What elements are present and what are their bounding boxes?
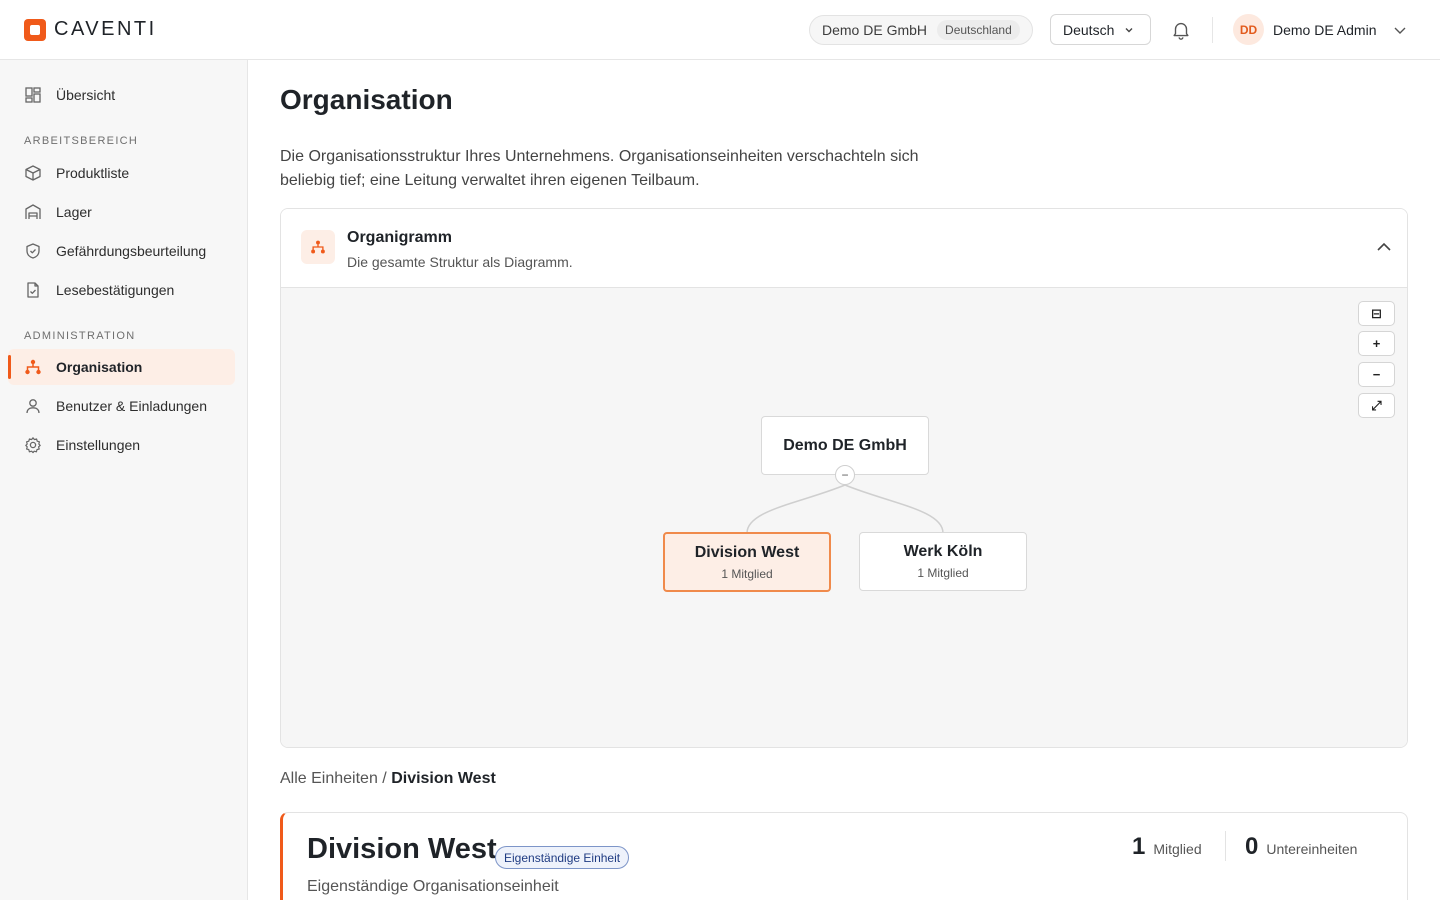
header-divider (1212, 17, 1213, 43)
unit-detail-card: Division West Eigenständige Einheit Eige… (280, 812, 1408, 900)
org-node-werk-koeln[interactable]: Werk Köln 1 Mitglied (859, 532, 1027, 591)
tenant-switcher[interactable]: Demo DE GmbH Deutschland (809, 15, 1033, 45)
bell-icon[interactable] (1170, 19, 1192, 41)
sidebar-item-gefaehrdungsbeurteilung[interactable]: Gefährdungsbeurteilung (8, 233, 235, 269)
sidebar-item-overview[interactable]: Übersicht (8, 77, 235, 113)
sidebar: Übersicht ARBEITSBEREICH Produktliste La… (0, 60, 248, 900)
unit-type-badge: Eigenständige Einheit (495, 846, 630, 869)
stat-divider (1225, 831, 1226, 861)
org-node-division-west[interactable]: Division West 1 Mitglied (663, 532, 831, 592)
sidebar-item-einstellungen[interactable]: Einstellungen (8, 427, 235, 463)
unit-subtitle: Eigenständige Organisationseinheit (307, 878, 559, 895)
sidebar-item-label: Gefährdungsbeurteilung (56, 243, 207, 259)
sidebar-item-label: Übersicht (56, 87, 116, 103)
sidebar-item-lager[interactable]: Lager (8, 194, 235, 230)
top-bar: CAVENTI Demo DE GmbH Deutschland Deutsch… (0, 0, 1440, 60)
cube-icon (25, 165, 41, 181)
sidebar-item-label: Lesebestätigungen (56, 282, 175, 298)
orgchart-subtitle: Die gesamte Struktur als Diagramm. (347, 254, 573, 270)
org-node-members: 1 Mitglied (917, 566, 969, 580)
breadcrumb: Alle Einheiten / Division West (280, 770, 496, 788)
org-chart-icon (301, 230, 335, 264)
chevron-down-icon (1394, 27, 1406, 34)
chevron-up-icon[interactable] (1373, 236, 1395, 258)
page-title: Organisation (280, 84, 453, 115)
breadcrumb-separator: / (377, 770, 392, 787)
user-menu[interactable]: DD Demo DE Admin (1233, 14, 1407, 45)
unit-title: Division West (307, 833, 497, 865)
orgchart-canvas[interactable]: ⊟ + − ⤢ Demo DE GmbH − Division West 1 M… (281, 288, 1407, 747)
children-count: 0 (1245, 833, 1259, 860)
brand-name: CAVENTI (54, 18, 157, 40)
language-select[interactable]: Deutsch (1050, 14, 1151, 45)
sidebar-section-admin: ADMINISTRATION (24, 330, 136, 342)
dashboard-icon (25, 87, 41, 103)
sidebar-item-lesebestaetigungen[interactable]: Lesebestätigungen (8, 272, 235, 308)
org-node-title: Werk Köln (903, 543, 983, 560)
org-chart-icon (25, 359, 41, 375)
children-stat: 0 Untereinheiten (1245, 833, 1357, 861)
language-value: Deutsch (1063, 21, 1115, 38)
connector-werk-koeln (844, 484, 944, 534)
breadcrumb-current: Division West (391, 770, 496, 787)
sidebar-item-label: Einstellungen (56, 437, 141, 453)
sidebar-item-label: Organisation (56, 359, 143, 375)
user-icon (26, 399, 40, 414)
logo-icon (24, 18, 46, 41)
sidebar-item-benutzer[interactable]: Benutzer & Einladungen (8, 388, 235, 424)
page-description: Die Organisationsstruktur Ihres Unterneh… (280, 148, 919, 189)
children-label: Untereinheiten (1266, 841, 1358, 857)
orgchart-header[interactable]: Organigramm Die gesamte Struktur als Dia… (281, 209, 1407, 288)
document-check-icon (27, 282, 39, 298)
sidebar-section-work: ARBEITSBEREICH (24, 135, 139, 147)
sidebar-item-organisation[interactable]: Organisation (8, 349, 235, 385)
sidebar-item-label: Produktliste (56, 165, 130, 181)
orgchart-connectors (746, 484, 944, 534)
warehouse-icon (25, 204, 41, 219)
collapse-toggle[interactable]: − (835, 465, 855, 485)
avatar: DD (1233, 14, 1264, 45)
sidebar-item-produktliste[interactable]: Produktliste (8, 155, 235, 191)
org-node-members: 1 Mitglied (721, 566, 773, 581)
tenant-name: Demo DE GmbH (822, 22, 928, 38)
members-label: Mitglied (1153, 841, 1202, 857)
org-node-title: Demo DE GmbH (783, 436, 907, 454)
chevron-down-icon (1125, 27, 1133, 32)
orgchart-card: Organigramm Die gesamte Struktur als Dia… (280, 208, 1408, 748)
user-name: Demo DE Admin (1273, 21, 1377, 38)
tenant-country-badge: Deutschland (937, 20, 1020, 40)
brand-logo[interactable]: CAVENTI (24, 18, 157, 41)
org-node-title: Division West (694, 543, 800, 561)
members-count: 1 (1132, 833, 1146, 860)
shield-check-icon (26, 243, 40, 259)
orgchart-title: Organigramm (347, 229, 452, 246)
sidebar-item-label: Lager (56, 204, 92, 220)
members-stat: 1 Mitglied (1132, 833, 1202, 861)
sidebar-item-label: Benutzer & Einladungen (56, 398, 207, 414)
gear-icon (25, 437, 41, 454)
connector-division-west (746, 484, 846, 534)
breadcrumb-root-link[interactable]: Alle Einheiten (280, 770, 378, 787)
